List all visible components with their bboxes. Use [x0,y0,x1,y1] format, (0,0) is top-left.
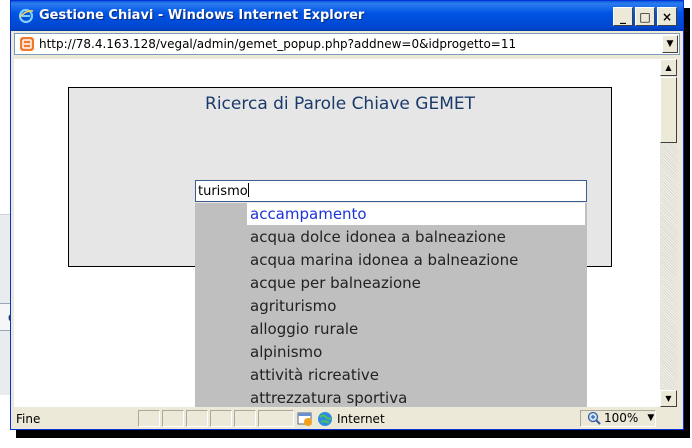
status-cell [234,410,256,427]
status-cell [258,410,294,427]
page-content: Ricerca di Parole Chiave GEMET turismo a… [14,59,660,407]
panel-title: Ricerca di Parole Chiave GEMET [205,94,475,114]
scroll-thumb[interactable] [660,77,677,143]
scroll-down-icon[interactable]: ▼ [660,390,677,407]
status-cell [162,410,184,427]
address-dropdown-icon[interactable]: ▼ [662,35,678,53]
close-button[interactable]: × [657,7,677,26]
status-text: Fine [16,412,41,426]
suggestion-item[interactable]: acqua marina idonea a balneazione [247,249,585,271]
suggestion-list[interactable]: accampamento acqua dolce idonea a balnea… [195,203,587,407]
status-bar: Fine Internet 100% ▼ [14,409,680,429]
ie-icon [18,8,34,24]
suggestion-item[interactable]: attrezzatura sportiva [247,387,585,407]
maximize-button[interactable]: □ [635,7,655,26]
address-bar[interactable]: http://78.4.163.128/vegal/admin/gemet_po… [14,33,680,55]
title-bar[interactable]: Gestione Chiavi - Windows Internet Explo… [11,1,683,31]
suggestion-item[interactable]: attività ricreative [247,364,585,386]
text-caret [247,183,249,197]
zoom-icon [587,411,601,425]
status-cell [210,410,232,427]
popup-blocked-icon[interactable] [297,411,313,427]
address-url[interactable]: http://78.4.163.128/vegal/admin/gemet_po… [39,37,516,51]
status-cell [186,410,208,427]
search-input[interactable]: turismo [195,180,587,202]
scroll-up-icon[interactable]: ▲ [660,59,677,76]
zone-label: Internet [337,412,385,426]
status-cell [138,410,160,427]
zoom-dropdown-icon[interactable]: ▼ [647,413,654,423]
zoom-control[interactable]: 100% ▼ [587,411,654,425]
search-panel: Ricerca di Parole Chiave GEMET turismo a… [68,87,612,407]
suggestion-item[interactable]: alloggio rurale [247,318,585,340]
vertical-scrollbar[interactable]: ▲ ▼ [660,59,677,407]
security-zone[interactable]: Internet [297,410,385,428]
minimize-button[interactable]: _ [613,7,633,26]
zoom-level: 100% [604,411,639,425]
search-input-value: turismo [198,184,248,199]
suggestion-item[interactable]: acqua dolce idonea a balneazione [247,226,585,248]
popup-window: Gestione Chiavi - Windows Internet Explo… [10,0,684,430]
suggestion-item[interactable]: acque per balneazione [247,272,585,294]
suggestion-item[interactable]: agriturismo [247,295,585,317]
suggestion-item[interactable]: accampamento [247,203,585,225]
page-warning-icon [20,37,34,51]
suggestion-item[interactable]: alpinismo [247,341,585,363]
globe-icon [318,412,332,426]
window-title: Gestione Chiavi - Windows Internet Explo… [39,8,365,23]
